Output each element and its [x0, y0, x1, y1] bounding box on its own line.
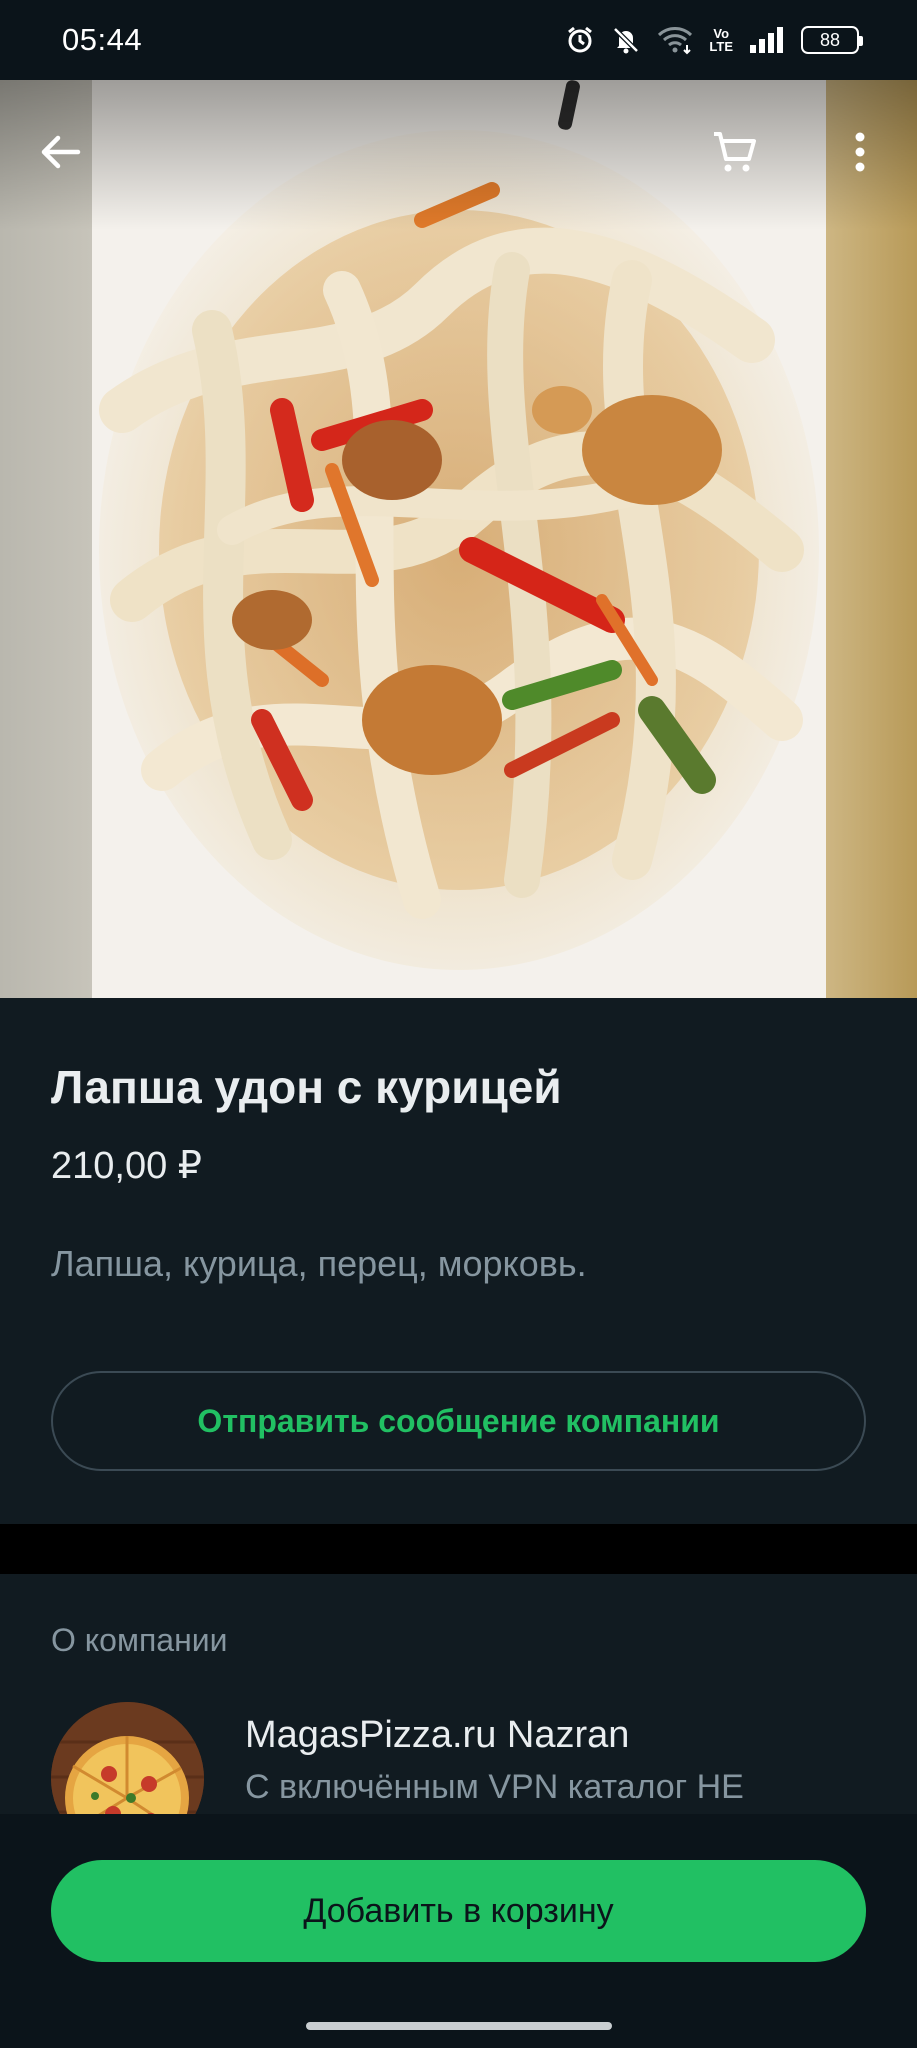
product-description: Лапша, курица, перец, морковь. — [51, 1243, 587, 1284]
volte-bottom-text: LTE — [709, 39, 733, 54]
volte-icon: Vo LTE — [709, 27, 733, 53]
product-screen: 05:44 Vo LTE 88 Лапша удон с курицей 210… — [0, 0, 917, 2048]
status-icons: Vo LTE 88 — [565, 25, 863, 55]
product-photo[interactable] — [0, 80, 917, 998]
bell-muted-icon — [613, 27, 640, 54]
product-price: 210,00 ₽ — [51, 1145, 202, 1187]
company-subtitle: С включённым VPN каталог НЕ — [245, 1768, 744, 1806]
back-button[interactable] — [28, 120, 92, 184]
company-heading: О компании — [51, 1622, 228, 1658]
product-info: Лапша удон с курицей 210,00 ₽ Лапша, кур… — [0, 998, 917, 1524]
company-row[interactable]: MagasPizza.ru Nazran С включённым VPN ка… — [51, 1702, 866, 1855]
signal-icon — [750, 27, 783, 53]
more-vertical-icon — [855, 132, 865, 172]
alarm-icon — [568, 26, 593, 53]
back-arrow-icon — [41, 135, 81, 169]
status-time: 05:44 — [62, 22, 143, 57]
add-to-cart-button[interactable]: Добавить в корзину — [51, 1860, 866, 1962]
hero-top-shade — [0, 80, 917, 230]
battery-level: 88 — [819, 29, 841, 50]
company-name: MagasPizza.ru Nazran — [245, 1714, 630, 1756]
more-options-button[interactable] — [828, 120, 892, 184]
status-bar: 05:44 Vo LTE 88 — [0, 0, 917, 80]
bottom-bar: Добавить в корзину — [0, 1814, 917, 2048]
cart-icon — [714, 132, 756, 172]
section-divider — [0, 1524, 917, 1574]
message-company-button[interactable]: Отправить сообщение компании — [51, 1371, 866, 1471]
battery-icon: 88 — [801, 26, 863, 54]
product-title: Лапша удон с курицей — [51, 1061, 562, 1113]
home-indicator[interactable] — [306, 2022, 612, 2030]
cart-button[interactable] — [702, 120, 766, 184]
wifi-icon — [658, 27, 693, 55]
